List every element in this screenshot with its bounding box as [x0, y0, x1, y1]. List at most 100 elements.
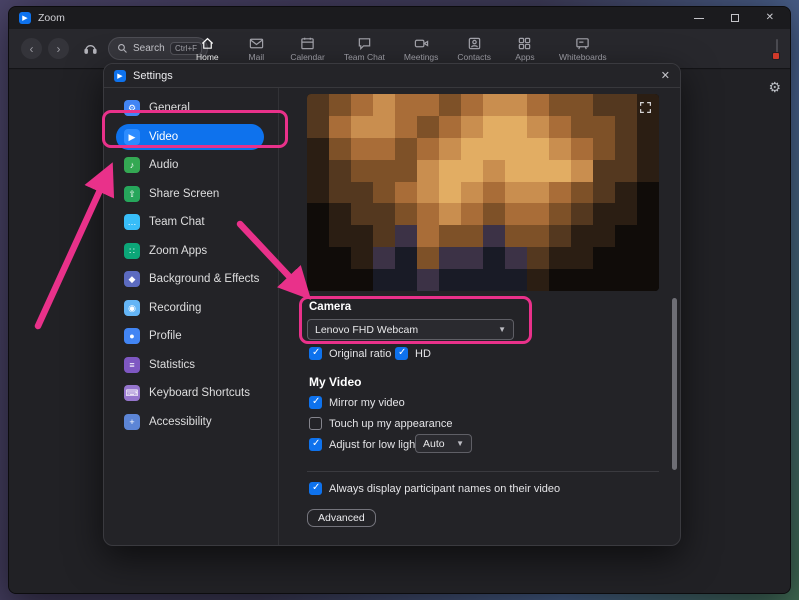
close-window-button[interactable]: ✕	[766, 13, 774, 23]
chevron-down-icon: ▼	[456, 439, 464, 448]
home-icon	[200, 36, 215, 51]
sidebar-item-video[interactable]: ▶ Video	[116, 124, 264, 150]
sidebar-item-share-screen[interactable]: ⇧ Share Screen	[116, 181, 264, 207]
nav-tab-label: Meetings	[404, 52, 439, 62]
gear-icon[interactable]: ⚙	[768, 79, 781, 96]
record-dot-icon: ◉	[124, 300, 140, 316]
sidebar-item-label: Statistics	[149, 359, 195, 371]
checkbox[interactable]	[309, 347, 322, 360]
hd-option[interactable]: HD	[395, 347, 431, 360]
sidebar-item-profile[interactable]: ● Profile	[116, 323, 264, 349]
aspect-ratio-icon[interactable]	[639, 101, 652, 119]
nav-tab-calendar[interactable]: Calendar	[290, 36, 325, 62]
divider	[307, 471, 659, 472]
gear-icon: ⚙	[124, 100, 140, 116]
minimize-button[interactable]	[694, 18, 704, 19]
keyboard-icon: ⌨	[124, 385, 140, 401]
sidebar-item-team-chat[interactable]: … Team Chat	[116, 209, 264, 235]
sidebar-item-label: Accessibility	[149, 416, 212, 428]
chevron-down-icon: ▼	[498, 325, 506, 334]
sidebar-item-label: Zoom Apps	[149, 245, 207, 257]
checkbox[interactable]	[309, 482, 322, 495]
sidebar-item-statistics[interactable]: ≡ Statistics	[116, 352, 264, 378]
search-icon	[117, 43, 128, 54]
sidebar-item-label: Audio	[149, 159, 178, 171]
nav-tab-meetings[interactable]: Meetings	[404, 36, 439, 62]
checkbox-label: Always display participant names on thei…	[329, 483, 560, 495]
sidebar-item-label: Keyboard Shortcuts	[149, 387, 250, 399]
mirror-my-video-option[interactable]: Mirror my video	[309, 396, 405, 409]
checkbox-label: Touch up my appearance	[329, 418, 453, 430]
apps-grid-icon: ∷	[124, 243, 140, 259]
sidebar-item-label: General	[149, 102, 190, 114]
sidebar-item-recording[interactable]: ◉ Recording	[116, 295, 264, 321]
my-video-heading: My Video	[309, 375, 361, 389]
back-button[interactable]: ‹	[21, 38, 42, 59]
sidebar-item-label: Recording	[149, 302, 201, 314]
zoom-window: ▶ Zoom ✕ ‹ › Search Ctrl+F	[8, 6, 791, 594]
nav-tab-contacts[interactable]: Contacts	[457, 36, 491, 62]
sidebar-item-general[interactable]: ⚙ General	[116, 95, 264, 121]
sidebar-item-label: Profile	[149, 330, 182, 342]
nav-tab-home[interactable]: Home	[192, 36, 222, 62]
dialog-title: Settings	[133, 70, 173, 82]
nav-tab-label: Mail	[249, 52, 265, 62]
whiteboard-icon	[575, 36, 590, 51]
sidebar-item-background-effects[interactable]: ◆ Background & Effects	[116, 266, 264, 292]
sidebar-item-audio[interactable]: ♪ Audio	[116, 152, 264, 178]
headphones-icon: ♪	[124, 157, 140, 173]
window-title: Zoom	[38, 12, 65, 24]
apps-grid-icon	[517, 36, 532, 51]
zoom-logo-icon: ▶	[19, 12, 31, 24]
headset-icon[interactable]	[83, 41, 98, 56]
nav-tab-apps[interactable]: Apps	[510, 36, 540, 62]
scrollbar[interactable]	[672, 298, 677, 470]
checkbox[interactable]	[309, 438, 322, 451]
low-light-mode-select[interactable]: Auto ▼	[415, 434, 472, 453]
desktop: ▶ Zoom ✕ ‹ › Search Ctrl+F	[0, 0, 799, 600]
touch-up-appearance-option[interactable]: Touch up my appearance	[309, 417, 453, 430]
checkbox[interactable]	[309, 417, 322, 430]
zoom-logo-icon: ▶	[114, 70, 126, 82]
display-participant-names-option[interactable]: Always display participant names on thei…	[309, 482, 560, 495]
advanced-button[interactable]: Advanced	[307, 509, 376, 527]
camera-select-value: Lenovo FHD Webcam	[315, 324, 418, 336]
sidebar-item-label: Team Chat	[149, 216, 205, 228]
nav-tab-label: Apps	[515, 52, 534, 62]
settings-dialog: ▶ Settings ✕ ⚙ General ▶ Video	[103, 63, 681, 546]
title-bar: ▶ Zoom ✕	[9, 7, 790, 29]
checkbox[interactable]	[309, 396, 322, 409]
video-preview-mosaic	[307, 94, 659, 291]
main-area: ⚙ ▶ Settings ✕ ⚙ General	[9, 70, 790, 593]
sidebar-item-accessibility[interactable]: + Accessibility	[116, 409, 264, 435]
camera-preview	[307, 94, 659, 291]
nav-tab-label: Calendar	[290, 52, 325, 62]
sidebar-item-label: Video	[149, 131, 178, 143]
share-screen-icon: ⇧	[124, 186, 140, 202]
sidebar-item-label: Background & Effects	[149, 273, 259, 285]
video-camera-icon	[414, 36, 429, 51]
notification-badge	[772, 52, 780, 60]
close-dialog-button[interactable]: ✕	[661, 69, 670, 82]
user-avatar[interactable]	[776, 40, 778, 58]
adjust-low-light-option[interactable]: Adjust for low light	[309, 438, 418, 451]
sidebar-item-keyboard-shortcuts[interactable]: ⌨ Keyboard Shortcuts	[116, 380, 264, 406]
nav-tab-whiteboards[interactable]: Whiteboards	[559, 36, 607, 62]
checkbox-label: Adjust for low light	[329, 439, 418, 451]
camera-select[interactable]: Lenovo FHD Webcam ▼	[307, 319, 514, 340]
nav-tab-team-chat[interactable]: Team Chat	[344, 36, 385, 62]
low-light-select-value: Auto	[423, 438, 445, 450]
maximize-button[interactable]	[731, 14, 739, 22]
checkbox[interactable]	[395, 347, 408, 360]
original-ratio-option[interactable]: Original ratio	[309, 347, 391, 360]
nav-tab-mail[interactable]: Mail	[241, 36, 271, 62]
forward-button[interactable]: ›	[48, 38, 69, 59]
search-placeholder: Search	[133, 43, 165, 54]
nav-tab-label: Whiteboards	[559, 52, 607, 62]
sidebar-item-zoom-apps[interactable]: ∷ Zoom Apps	[116, 238, 264, 264]
dialog-header: ▶ Settings ✕	[104, 64, 680, 88]
nav-tab-label: Contacts	[457, 52, 491, 62]
calendar-icon	[300, 36, 315, 51]
video-settings-panel: Camera Lenovo FHD Webcam ▼ Original rati…	[279, 88, 680, 545]
mail-icon	[249, 36, 264, 51]
